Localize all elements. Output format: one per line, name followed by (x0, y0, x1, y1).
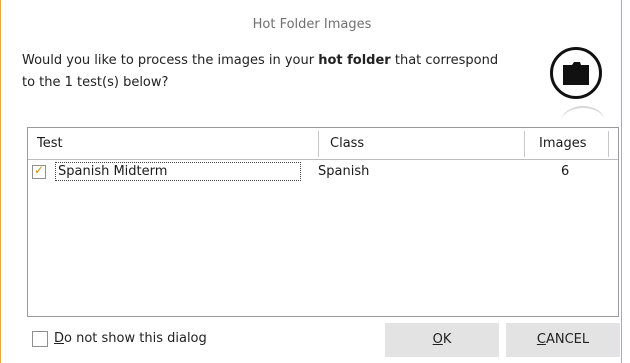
cancel-mnemonic: C (536, 332, 546, 347)
dialog-title: Hot Folder Images (252, 17, 372, 32)
message-bold-text: hot folder (318, 53, 391, 68)
dialog-window: Hot Folder Images Would you like to proc… (0, 0, 622, 363)
do-not-show-text: o not show this dialog (64, 331, 207, 346)
ok-text: K (442, 332, 452, 347)
column-header-test[interactable]: Test (37, 136, 63, 151)
cancel-button[interactable]: CANCEL (506, 323, 620, 357)
images-count-cell: 6 (561, 164, 570, 179)
row-checkbox[interactable]: ✓ (32, 163, 46, 179)
do-not-show-checkbox[interactable] (32, 331, 48, 347)
hot-folder-button[interactable] (550, 47, 602, 99)
dialog-message: Would you like to process the images in … (22, 50, 552, 94)
message-text-line2: to the 1 test(s) below? (22, 75, 169, 90)
tests-table: Test Class Images ✓ Spanish Midterm Span… (27, 127, 619, 317)
test-name-cell[interactable]: Spanish Midterm (55, 162, 301, 181)
class-cell: Spanish (318, 164, 370, 179)
ok-button[interactable]: OK (385, 323, 499, 357)
column-divider[interactable] (318, 131, 319, 157)
message-text-pre: Would you like to process the images in … (22, 53, 319, 68)
table-header: Test Class Images (28, 128, 618, 160)
column-header-images[interactable]: Images (539, 136, 587, 151)
do-not-show-mnemonic: D (54, 331, 65, 346)
ok-mnemonic: O (432, 332, 443, 347)
checkmark-icon: ✓ (34, 163, 45, 177)
column-divider[interactable] (608, 131, 609, 157)
do-not-show-label[interactable]: Do not show this dialog (54, 331, 207, 346)
cancel-text: ANCEL (545, 332, 590, 347)
column-divider[interactable] (524, 131, 525, 157)
table-row[interactable]: ✓ Spanish Midterm Spanish 6 (28, 161, 618, 184)
folder-icon (563, 62, 589, 85)
message-text-post: that correspond (390, 53, 499, 68)
column-header-class[interactable]: Class (330, 136, 364, 151)
